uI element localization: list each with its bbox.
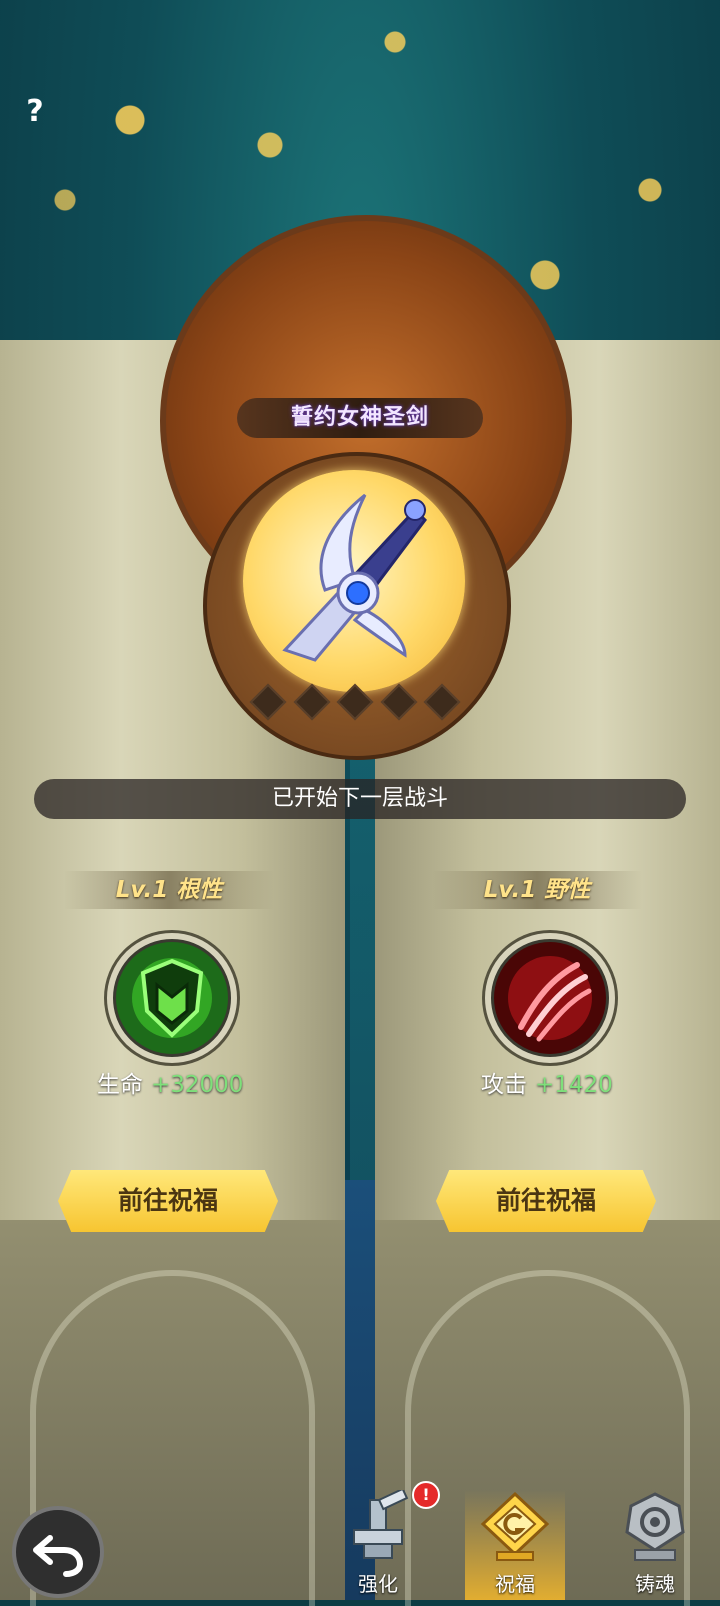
tab-blessing[interactable]: 祝福 (465, 1490, 565, 1600)
anvil-icon (353, 1490, 409, 1559)
left-blessing-level: Lv.1 根性 (64, 871, 274, 909)
back-arrow-icon (33, 1535, 84, 1577)
right-blessing-level: Lv.1 野性 (432, 871, 642, 909)
back-button[interactable] (12, 1506, 104, 1598)
right-stat: 攻击 +1420 (481, 1068, 613, 1102)
left-bless-button[interactable]: 前往祝福 (58, 1170, 278, 1232)
left-stat: 生命 +32000 (97, 1068, 243, 1102)
soul-forge-icon (625, 1492, 685, 1561)
stat-name: 生命 (97, 1072, 143, 1098)
red-claw-icon[interactable] (485, 933, 615, 1063)
tab-soul-forge[interactable]: 铸魂 (605, 1490, 705, 1600)
star-slot (423, 683, 461, 721)
green-shield-icon[interactable] (107, 933, 237, 1063)
holy-sword-icon (282, 493, 427, 662)
star-slot (249, 683, 287, 721)
stat-name: 攻击 (481, 1072, 527, 1098)
stat-value: +32000 (151, 1072, 244, 1098)
star-slots (249, 682, 461, 722)
alert-badge: ! (412, 1481, 440, 1509)
blessing-emblem-icon (480, 1491, 550, 1561)
tab-label: 祝福 (495, 1572, 535, 1596)
right-bless-button[interactable]: 前往祝福 (436, 1170, 656, 1232)
star-slot (293, 683, 330, 721)
help-button[interactable]: ? (20, 94, 50, 130)
tab-enhance[interactable]: 强化 (328, 1490, 428, 1600)
weapon-title: 誓约女神圣剑 (237, 398, 483, 438)
tab-label: 强化 (358, 1572, 398, 1596)
stat-value: +1420 (535, 1072, 613, 1098)
status-message: 已开始下一层战斗 (34, 779, 686, 819)
star-slot (380, 683, 417, 721)
tab-label: 铸魂 (635, 1572, 675, 1596)
star-slot (336, 683, 374, 721)
